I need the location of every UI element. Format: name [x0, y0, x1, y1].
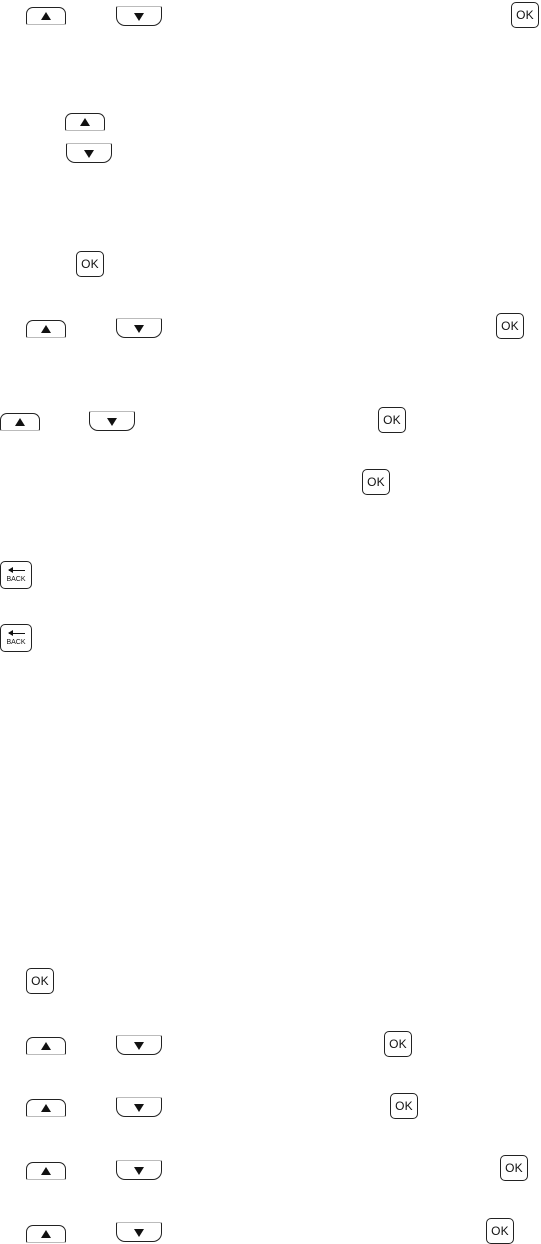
triangle-down-icon [134, 13, 144, 21]
triangle-up-icon [41, 325, 51, 333]
back-key: BACK [0, 561, 32, 589]
back-label: BACK [6, 576, 26, 583]
triangle-down-icon [84, 150, 94, 158]
ok-key: OK [362, 469, 390, 495]
down-key [89, 411, 135, 431]
back-key: BACK [0, 624, 32, 652]
up-key [26, 7, 66, 25]
up-key [26, 1037, 66, 1055]
up-key [26, 320, 66, 338]
left-arrow-icon [8, 630, 25, 636]
down-key [116, 1035, 162, 1055]
triangle-down-icon [134, 1229, 144, 1237]
up-key [65, 113, 105, 131]
triangle-up-icon [41, 1230, 51, 1238]
ok-key: OK [384, 1031, 412, 1057]
triangle-up-icon [80, 118, 90, 126]
ok-key: OK [496, 313, 524, 339]
triangle-up-icon [41, 12, 51, 20]
down-key [116, 1160, 162, 1180]
triangle-up-icon [41, 1104, 51, 1112]
left-arrow-icon [8, 567, 25, 573]
triangle-down-icon [134, 325, 144, 333]
ok-key: OK [500, 1155, 528, 1181]
down-key [66, 143, 112, 163]
triangle-up-icon [41, 1167, 51, 1175]
triangle-down-icon [134, 1042, 144, 1050]
triangle-up-icon [15, 418, 25, 426]
ok-key: OK [486, 1218, 514, 1244]
up-key [26, 1099, 66, 1117]
back-label: BACK [6, 639, 26, 646]
triangle-up-icon [41, 1042, 51, 1050]
up-key [0, 413, 40, 431]
ok-key: OK [76, 251, 104, 277]
down-key [116, 6, 162, 26]
triangle-down-icon [134, 1104, 144, 1112]
triangle-down-icon [134, 1167, 144, 1175]
up-key [26, 1162, 66, 1180]
ok-key: OK [26, 968, 54, 994]
ok-key: OK [390, 1093, 418, 1119]
ok-key: OK [378, 407, 406, 433]
triangle-down-icon [107, 418, 117, 426]
down-key [116, 1097, 162, 1117]
up-key [26, 1225, 66, 1243]
down-key [116, 1222, 162, 1242]
down-key [116, 318, 162, 338]
ok-key: OK [511, 2, 539, 28]
